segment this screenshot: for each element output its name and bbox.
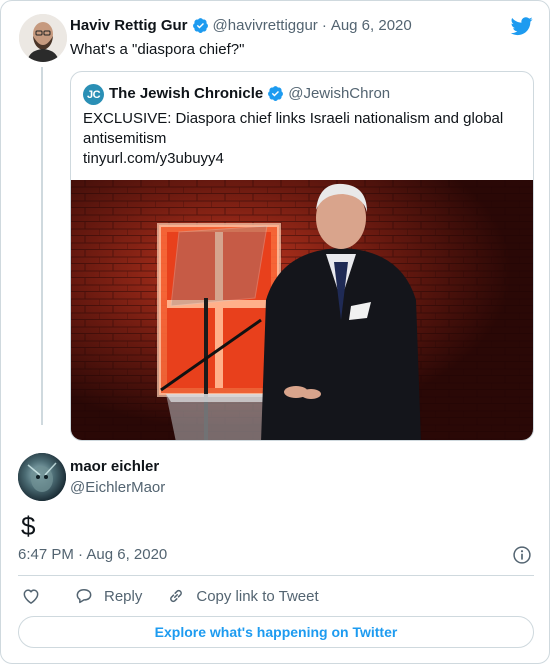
reply-author-name[interactable]: maor eichler — [70, 458, 159, 475]
quoted-tweet-header: The Jewish Chronicle @JewishChron — [109, 85, 390, 102]
copy-link-label: Copy link to Tweet — [196, 587, 319, 605]
tweet-embed-card: Haviv Rettig Gur @havivrettiggur · Aug 6… — [0, 0, 550, 664]
tweet-text: What's a "diaspora chief?" — [70, 41, 245, 58]
link-icon — [170, 589, 183, 603]
author-avatar[interactable] — [19, 14, 67, 62]
reply-timestamp[interactable]: 6:47 PM · Aug 6, 2020 — [18, 546, 167, 563]
quoted-author-name[interactable]: The Jewish Chronicle — [109, 85, 263, 102]
quoted-tweet[interactable]: JC The Jewish Chronicle @JewishChron EXC… — [70, 71, 534, 441]
quoted-tweet-text: EXCLUSIVE: Diaspora chief links Israeli … — [83, 110, 504, 147]
reply-icon — [76, 589, 92, 604]
copy-link-button[interactable]: Copy link to Tweet — [166, 586, 319, 606]
thread-connector-line — [41, 67, 43, 425]
divider — [18, 575, 534, 576]
like-button[interactable] — [21, 586, 41, 606]
verified-badge-icon — [192, 18, 208, 33]
reply-text: $ — [21, 511, 36, 541]
reply-author-avatar[interactable] — [18, 453, 66, 501]
twitter-bird-icon[interactable] — [510, 15, 534, 37]
tweet-date[interactable]: Aug 6, 2020 — [331, 17, 412, 34]
reply-button[interactable]: Reply — [74, 586, 142, 606]
quoted-tweet-photo[interactable] — [71, 180, 534, 441]
header-separator: · — [321, 17, 327, 34]
verified-badge-icon — [268, 86, 284, 101]
quoted-tweet-link[interactable]: tinyurl.com/y3ubuyy4 — [83, 150, 224, 167]
quoted-author-handle[interactable]: @JewishChron — [288, 85, 390, 102]
author-handle[interactable]: @havivrettiggur — [213, 17, 318, 34]
action-bar: Reply Copy link to Tweet — [18, 585, 319, 607]
jewish-chronicle-logo: JC — [83, 84, 104, 105]
heart-icon — [23, 589, 39, 604]
tweet-header: Haviv Rettig Gur @havivrettiggur · Aug 6… — [70, 17, 412, 34]
reply-author-handle[interactable]: @EichlerMaor — [70, 479, 165, 496]
author-name[interactable]: Haviv Rettig Gur — [70, 17, 188, 34]
info-icon[interactable] — [512, 545, 532, 565]
explore-twitter-button[interactable]: Explore what's happening on Twitter — [18, 616, 534, 648]
reply-label: Reply — [104, 587, 143, 605]
